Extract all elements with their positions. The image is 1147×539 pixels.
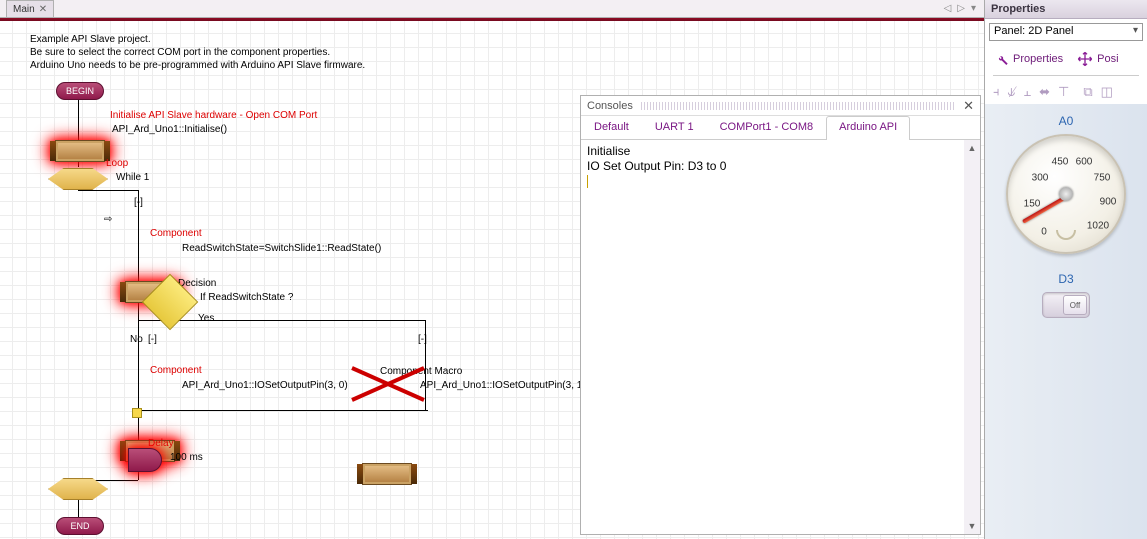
toggle-knob: Off — [1063, 295, 1087, 315]
scroll-up-icon[interactable]: ▲ — [964, 140, 980, 156]
branch-marker-yes[interactable]: [-] — [418, 334, 427, 345]
tab-next-icon[interactable]: ▷ — [957, 3, 965, 14]
tab-main[interactable]: Main ✕ — [6, 0, 54, 17]
toggle-d3[interactable]: Off — [1042, 292, 1090, 318]
consoles-title: Consoles — [587, 100, 633, 112]
dist-h-icon[interactable]: ⬌ — [1039, 84, 1050, 100]
label-loop: Loop — [106, 158, 128, 169]
ungroup-icon[interactable]: ◫ — [1101, 84, 1113, 100]
console-output[interactable]: Initialise IO Set Output Pin: D3 to 0 — [581, 140, 980, 534]
properties-panel: Properties Panel: 2D Panel Properties Po… — [984, 0, 1147, 539]
label-read-switch: ReadSwitchState=SwitchSlide1::ReadState(… — [182, 243, 381, 254]
align-center-icon[interactable]: ⫝̸ — [1008, 84, 1016, 100]
label-init-title: Initialise API Slave hardware - Open COM… — [110, 110, 317, 121]
console-tab-comport[interactable]: COMPort1 - COM8 — [707, 116, 827, 139]
group-icon[interactable]: ⧉ — [1083, 84, 1092, 100]
tab-prev-icon[interactable]: ◁ — [944, 3, 952, 14]
console-tab-arduino-api[interactable]: Arduino API — [826, 116, 910, 140]
align-top-icon[interactable]: ⊤ — [1058, 84, 1069, 100]
align-left-icon[interactable]: ⫞ — [993, 84, 1000, 100]
properties-title: Properties — [985, 0, 1147, 19]
label-yes: Yes — [198, 313, 214, 324]
insert-icon[interactable]: ⇨ — [104, 214, 112, 225]
label-no: No — [130, 334, 143, 345]
console-tab-default[interactable]: Default — [581, 116, 642, 139]
wrench-icon — [993, 51, 1009, 67]
subtab-position[interactable]: Posi — [1077, 51, 1118, 67]
gauge-label-a0: A0 — [985, 104, 1147, 128]
canvas-tab-bar: Main ✕ ◁ ▷ ▾ — [0, 0, 984, 18]
label-init-call: API_Ard_Uno1::Initialise() — [112, 124, 227, 135]
subtab-properties[interactable]: Properties — [993, 51, 1063, 67]
consoles-tabs: Default UART 1 COMPort1 - COM8 Arduino A… — [581, 116, 980, 140]
node-begin[interactable]: BEGIN — [56, 82, 104, 100]
switch-label-d3: D3 — [985, 272, 1147, 286]
align-right-icon[interactable]: ⫠ — [1023, 84, 1031, 100]
label-set1: API_Ard_Uno1::IOSetOutputPin(3, 1) — [420, 380, 586, 391]
node-delay[interactable] — [128, 448, 162, 472]
disabled-x-icon — [350, 366, 428, 404]
node-end[interactable]: END — [56, 517, 104, 535]
panel-2d-preview: A0 0 150 300 450 600 750 900 1020 D3 Off — [985, 104, 1147, 539]
label-component-1: Component — [150, 228, 202, 239]
console-scrollbar[interactable]: ▲ ▼ — [964, 140, 980, 534]
tab-menu-icon[interactable]: ▾ — [971, 3, 976, 14]
branch-marker-1[interactable]: [-] — [134, 197, 143, 208]
gauge-arc-icon — [1056, 230, 1076, 240]
node-join[interactable] — [132, 408, 142, 418]
scroll-down-icon[interactable]: ▼ — [964, 518, 980, 534]
label-delay-val: 100 ms — [170, 452, 203, 463]
console-tab-uart1[interactable]: UART 1 — [642, 116, 707, 139]
consoles-panel: Consoles ✕ Default UART 1 COMPort1 - COM… — [580, 95, 981, 535]
drag-grip-icon[interactable] — [641, 102, 955, 110]
toolbar-icons: ⫞ ⫝̸ ⫠ ⬌ ⊤ ⧉ ◫ — [985, 80, 1147, 104]
tab-main-label: Main — [13, 4, 35, 15]
label-while: While 1 — [116, 172, 149, 183]
flowchart-canvas[interactable]: Main ✕ ◁ ▷ ▾ Example API Slave project. … — [0, 0, 984, 539]
label-if: If ReadSwitchState ? — [200, 292, 293, 303]
node-set-pin-1[interactable] — [362, 463, 412, 485]
move-icon — [1077, 51, 1093, 67]
panel-select[interactable]: Panel: 2D Panel — [989, 23, 1143, 41]
node-initialise[interactable] — [55, 140, 105, 162]
divider — [993, 75, 1139, 76]
project-description: Example API Slave project. Be sure to se… — [30, 33, 365, 72]
caret-icon — [587, 175, 588, 188]
close-icon[interactable]: ✕ — [963, 98, 974, 114]
gauge-hub-icon — [1059, 187, 1073, 201]
label-set0: API_Ard_Uno1::IOSetOutputPin(3, 0) — [182, 380, 348, 391]
gauge-a0[interactable]: 0 150 300 450 600 750 900 1020 — [1006, 134, 1126, 254]
branch-marker-no[interactable]: [-] — [148, 334, 157, 345]
close-icon[interactable]: ✕ — [39, 4, 47, 15]
label-component-2: Component — [150, 365, 202, 376]
